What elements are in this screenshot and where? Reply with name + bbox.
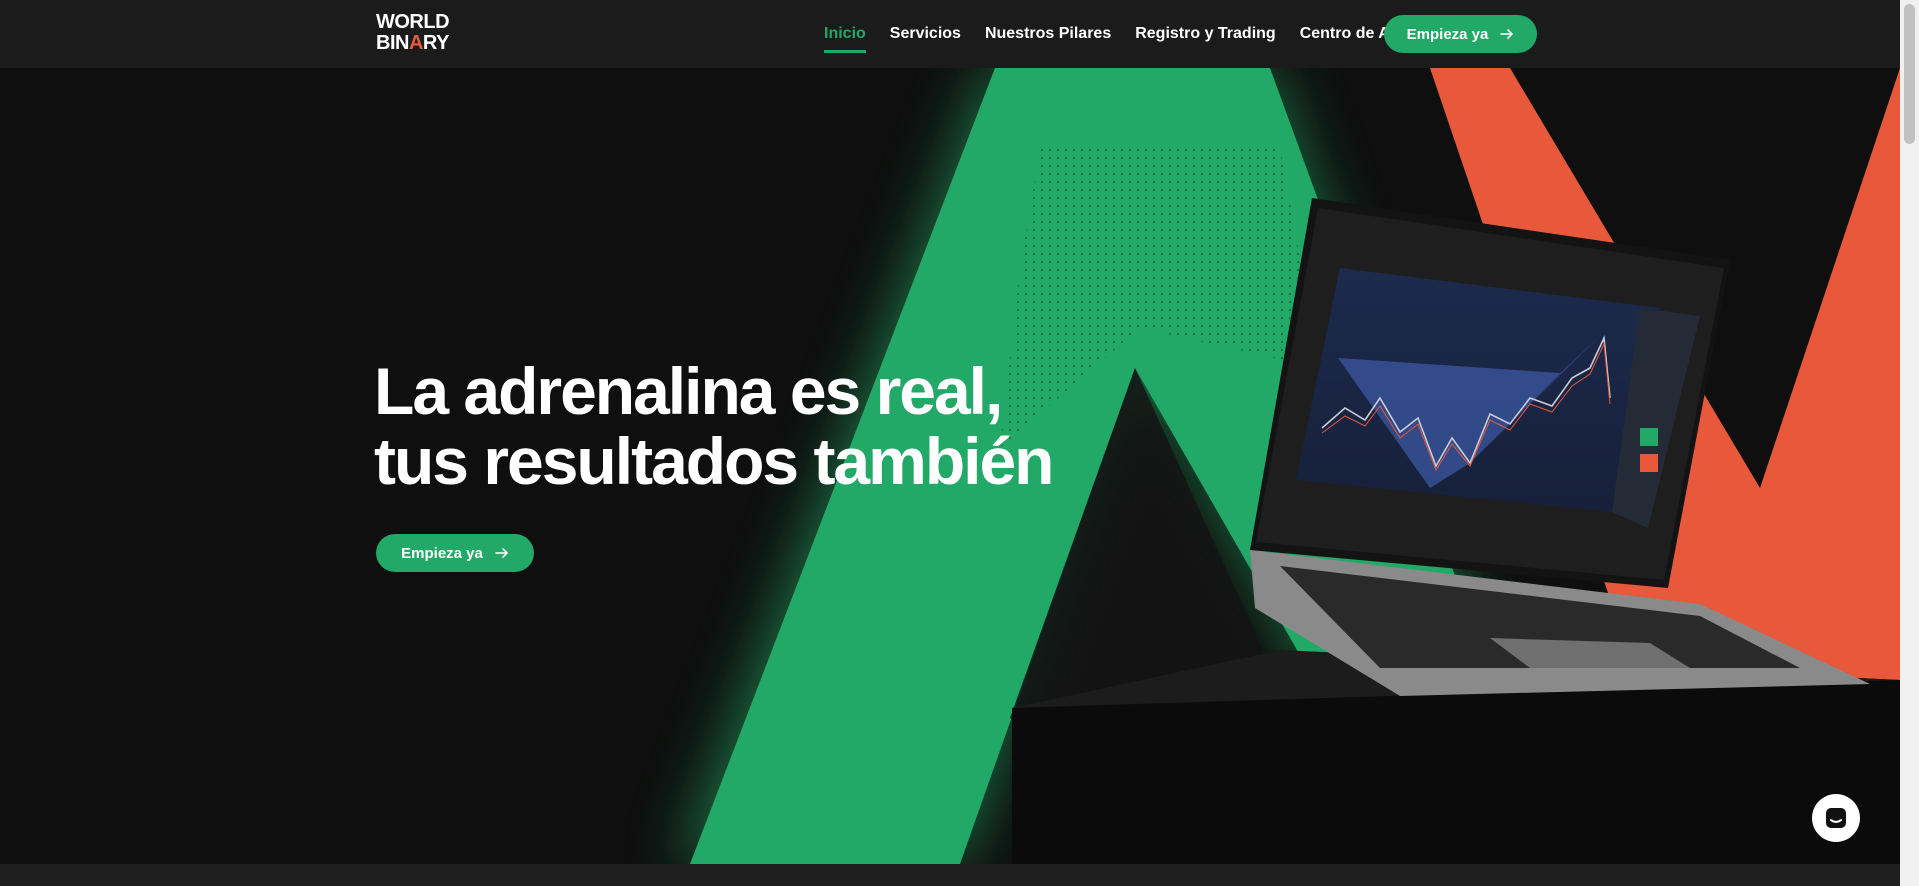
nav-item-registro-y-trading[interactable]: Registro y Trading <box>1135 0 1275 68</box>
hero-headline: La adrenalina es real, tus resultados ta… <box>374 356 1074 496</box>
nav-item-inicio[interactable]: Inicio <box>824 0 866 68</box>
nav-item-servicios[interactable]: Servicios <box>890 0 961 68</box>
world-binary-logo[interactable]: WORLD BINARY <box>376 12 466 56</box>
next-section-edge <box>0 864 1900 886</box>
nav-item-nuestros-pilares[interactable]: Nuestros Pilares <box>985 0 1111 68</box>
hero-start-label: Empieza ya <box>401 544 483 562</box>
hero-section: La adrenalina es real, tus resultados ta… <box>0 68 1900 864</box>
chat-icon <box>1826 808 1846 828</box>
arrow-right-icon <box>1500 29 1514 39</box>
header-start-label: Empieza ya <box>1406 25 1489 43</box>
main-nav: Inicio Servicios Nuestros Pilares Regist… <box>824 0 1427 68</box>
arrow-right-icon <box>495 548 508 558</box>
chat-launcher-button[interactable] <box>1812 794 1860 842</box>
scrollbar-thumb[interactable] <box>1904 4 1915 144</box>
header-start-button[interactable]: Empieza ya <box>1384 15 1537 53</box>
vertical-scrollbar[interactable] <box>1900 0 1919 886</box>
top-navigation-bar: WORLD BINARY Inicio Servicios Nuestros P… <box>0 0 1900 68</box>
hero-headline-line-2: tus resultados también <box>374 424 1055 498</box>
logo-line-2: BINARY <box>376 32 449 54</box>
logo-line-1: WORLD <box>376 11 450 33</box>
hero-headline-line-1: La adrenalina es real, <box>374 354 1003 428</box>
hero-start-button[interactable]: Empieza ya <box>376 534 534 572</box>
